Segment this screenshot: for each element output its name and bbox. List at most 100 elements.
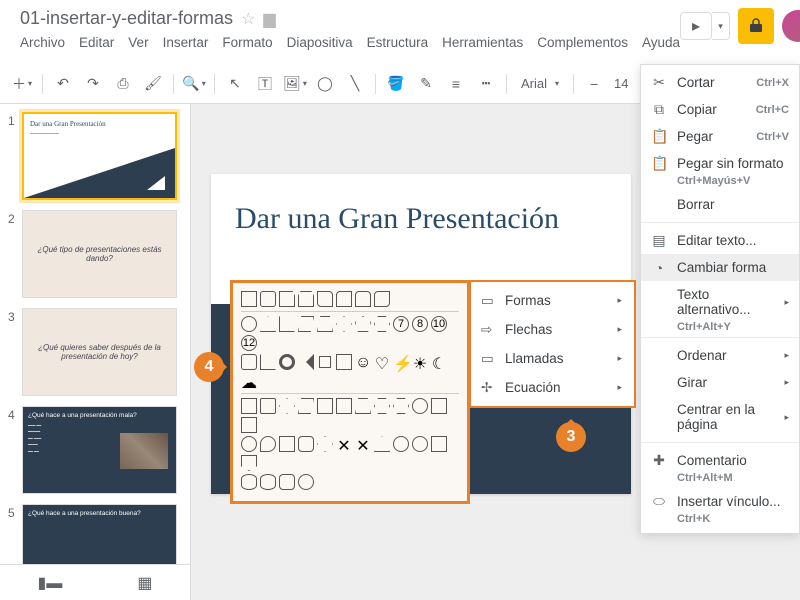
ctx-paste-no-format[interactable]: 📋Pegar sin formato	[641, 150, 799, 177]
shape-triangle[interactable]	[260, 316, 276, 332]
shape-a2[interactable]	[260, 398, 276, 414]
shape-c2[interactable]	[260, 474, 276, 490]
shape-a12[interactable]	[241, 417, 257, 433]
slide-thumbnail-1[interactable]: Dar una Gran Presentación ━━━━━━━━━━━━	[22, 112, 177, 200]
present-button[interactable]: ▸	[680, 12, 712, 40]
ctx-comment[interactable]: ✚Comentario	[641, 447, 799, 474]
shape-a6[interactable]	[336, 398, 352, 414]
shape-round1[interactable]	[336, 291, 352, 307]
shape-rect[interactable]	[241, 291, 257, 307]
paint-format-button[interactable]: 🖌	[139, 70, 167, 98]
shape-sun[interactable]: ☀	[412, 354, 428, 370]
shape-b9[interactable]	[393, 436, 409, 452]
shape-a5[interactable]	[317, 398, 333, 414]
present-dropdown[interactable]: ▾	[712, 12, 730, 40]
shape-c3[interactable]	[279, 474, 295, 490]
shape-trapezoid[interactable]	[317, 316, 333, 332]
ctx-link[interactable]: ⬭Insertar vínculo...	[641, 488, 799, 515]
shape-b8[interactable]	[374, 436, 390, 452]
ctx-delete[interactable]: Borrar	[641, 191, 799, 218]
shape-smiley[interactable]: ☺	[355, 354, 371, 370]
ctx-edit-text[interactable]: ▤Editar texto...	[641, 227, 799, 254]
shape-hexagon[interactable]	[374, 316, 390, 332]
shape-a9[interactable]	[393, 398, 409, 414]
shape-moon[interactable]: ☾	[431, 354, 447, 370]
menu-slide[interactable]: Diapositiva	[287, 35, 353, 50]
shape-b1[interactable]	[241, 436, 257, 452]
shape-cloud[interactable]: ☁	[241, 373, 257, 389]
textbox-tool[interactable]: 🅃	[251, 70, 279, 98]
shape-a4[interactable]	[298, 398, 314, 414]
image-tool[interactable]: 🖼▾	[281, 70, 309, 98]
shape-snip1[interactable]	[279, 291, 295, 307]
shape-round-diag[interactable]	[374, 291, 390, 307]
ctx-alt-text[interactable]: Texto alternativo...▸	[641, 281, 799, 323]
shape-oval[interactable]	[241, 316, 257, 332]
shape-a7[interactable]	[355, 398, 371, 414]
border-color-button[interactable]: ✎	[412, 70, 440, 98]
font-selector[interactable]: Arial▾	[513, 76, 567, 91]
print-button[interactable]: ⎙	[109, 70, 137, 98]
shape-snip2[interactable]	[298, 291, 314, 307]
menu-edit[interactable]: Editar	[79, 35, 114, 50]
shape-bolt[interactable]: ⚡	[393, 354, 409, 370]
ctx-paste[interactable]: 📋PegarCtrl+V	[641, 123, 799, 150]
shape-num12[interactable]: 12	[241, 335, 257, 351]
slide-thumbnail-4[interactable]: ¿Qué hace a una presentación mala? ━━━ ━…	[22, 406, 177, 494]
shape-tool[interactable]: ◯	[311, 70, 339, 98]
shape-a3[interactable]	[279, 398, 295, 414]
shape-b7[interactable]: ✕	[355, 436, 371, 452]
shape-num8[interactable]: 8	[412, 316, 428, 332]
ctx-order[interactable]: Ordenar▸	[641, 342, 799, 369]
shape-x2[interactable]	[260, 354, 276, 370]
ctx-cut[interactable]: ✂CortarCtrl+X	[641, 69, 799, 96]
shape-pentagon[interactable]	[355, 316, 371, 332]
shape-b3[interactable]	[279, 436, 295, 452]
move-folder-icon[interactable]: ▆	[263, 9, 275, 29]
ctx-copy[interactable]: ⧉CopiarCtrl+C	[641, 96, 799, 123]
undo-button[interactable]: ↶	[49, 70, 77, 98]
menu-tools[interactable]: Herramientas	[442, 35, 523, 50]
shape-a11[interactable]	[431, 398, 447, 414]
menu-insert[interactable]: Insertar	[163, 35, 209, 50]
shape-pie[interactable]	[298, 354, 314, 370]
font-size-dec[interactable]: −	[580, 70, 608, 98]
menu-format[interactable]: Formato	[222, 35, 272, 50]
submenu-arrows[interactable]: ⇨Flechas▸	[471, 315, 634, 344]
shape-round2[interactable]	[355, 291, 371, 307]
slide-thumbnail-3[interactable]: ¿Qué quieres saber después de la present…	[22, 308, 177, 396]
ctx-change-shape[interactable]: ◔Cambiar forma	[641, 254, 799, 281]
line-tool[interactable]: ╲	[341, 70, 369, 98]
shape-num7[interactable]: 7	[393, 316, 409, 332]
font-size[interactable]: 14	[610, 76, 632, 91]
shape-frame[interactable]	[317, 354, 333, 370]
menu-arrange[interactable]: Estructura	[367, 35, 429, 50]
submenu-equation[interactable]: ✢Ecuación▸	[471, 373, 634, 402]
shape-b5[interactable]	[317, 436, 333, 452]
shape-x1[interactable]	[241, 354, 257, 370]
shape-b6[interactable]: ✕	[336, 436, 352, 452]
filmstrip-view-icon[interactable]: ▮▬	[38, 573, 63, 593]
menu-help[interactable]: Ayuda	[642, 35, 680, 50]
zoom-button[interactable]: 🔍▾	[180, 70, 208, 98]
user-avatar[interactable]	[782, 10, 800, 42]
shape-a8[interactable]	[374, 398, 390, 414]
shape-num10[interactable]: 10	[431, 316, 447, 332]
shape-b4[interactable]	[298, 436, 314, 452]
submenu-callouts[interactable]: ▭Llamadas▸	[471, 344, 634, 373]
shape-b10[interactable]	[412, 436, 428, 452]
shape-parallelogram[interactable]	[298, 316, 314, 332]
menu-addons[interactable]: Complementos	[537, 35, 628, 50]
shape-snip-diag[interactable]	[317, 291, 333, 307]
shape-donut[interactable]	[279, 354, 295, 370]
border-dash-button[interactable]: ┅	[472, 70, 500, 98]
shape-b2[interactable]	[260, 436, 276, 452]
select-tool[interactable]: ↖	[221, 70, 249, 98]
redo-button[interactable]: ↷	[79, 70, 107, 98]
shape-b11[interactable]	[431, 436, 447, 452]
shape-rounded-rect[interactable]	[260, 291, 276, 307]
fill-color-button[interactable]: 🪣	[382, 70, 410, 98]
shape-diamond[interactable]	[336, 316, 352, 332]
shape-heart[interactable]: ♡	[374, 354, 390, 370]
shape-c1[interactable]	[241, 474, 257, 490]
